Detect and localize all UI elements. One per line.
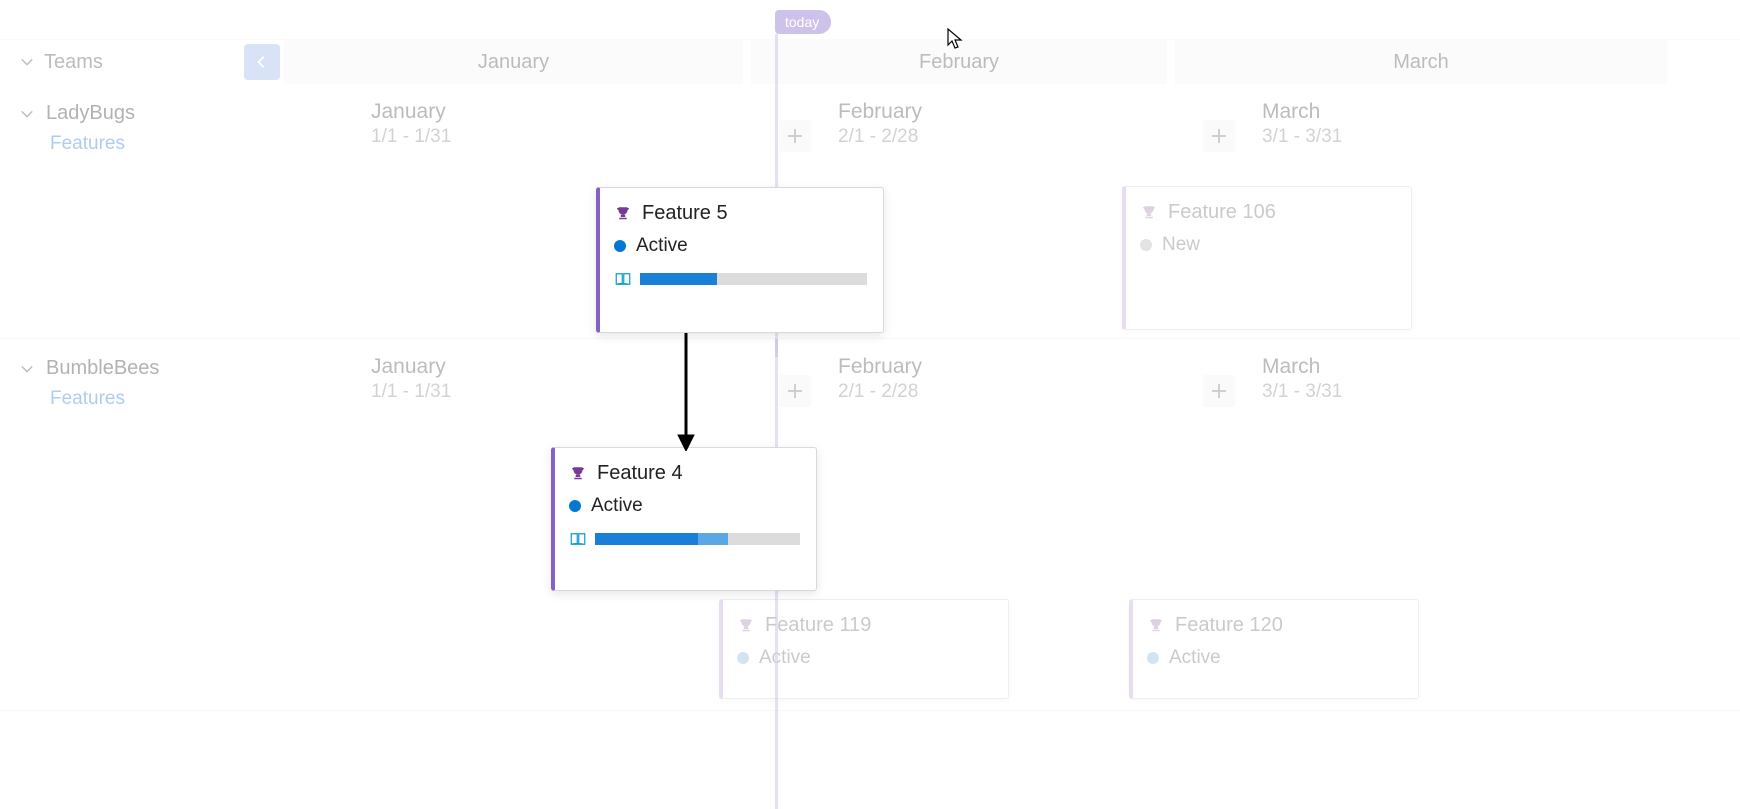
trophy-icon [569,465,587,483]
month-range: 1/1 - 1/31 [371,381,823,403]
swimlane-sidebar: BumbleBees Features [0,339,357,710]
chevron-down-icon [20,55,34,69]
today-tick [775,339,778,357]
card-progress-row [569,531,800,547]
trophy-icon [614,205,632,223]
month-name: March [1262,100,1739,124]
month-name: January [371,355,823,379]
features-link[interactable]: Features [50,133,357,155]
header-month-january[interactable]: January [284,40,743,84]
card-title-row: Feature 120 [1147,614,1402,637]
card-status-row: Active [1147,647,1402,669]
month-label-block: March 3/1 - 3/31 [1248,339,1739,403]
plus-icon [1210,382,1228,400]
card-status: Active [1169,647,1221,669]
plus-icon [786,127,804,145]
timeline-header: Teams January February March [0,40,1740,84]
chevron-down-icon [20,107,34,121]
card-status-row: Active [569,495,800,517]
month-label-block: February 2/1 - 2/28 [824,339,1247,403]
card-title: Feature 4 [597,462,683,485]
chevron-down-icon [20,362,34,376]
card-feature119[interactable]: Feature 119 Active [719,599,1009,699]
header-month-label: March [1393,51,1449,74]
header-month-march[interactable]: March [1175,40,1667,84]
card-feature120[interactable]: Feature 120 Active [1129,599,1419,699]
progress-fill-secondary [698,533,729,545]
header-month-label: February [919,51,999,74]
trophy-icon [737,617,755,635]
add-item-button[interactable] [779,375,811,407]
month-name: January [371,100,823,124]
progress-fill [640,273,717,285]
month-range: 2/1 - 2/28 [838,381,1247,403]
card-feature5[interactable]: Feature 5 Active [596,187,884,333]
book-icon [614,271,632,287]
header-sidebar-cell[interactable]: Teams [0,40,240,84]
swimlane-sidebar: LadyBugs Features [0,84,357,338]
features-link[interactable]: Features [50,388,357,410]
month-label-block: January 1/1 - 1/31 [357,84,823,148]
progress-bar [595,533,800,545]
card-status: Active [759,647,811,669]
cursor-icon [947,28,965,52]
timeline-top-strip: today [0,0,1740,40]
team-row-bumblebees[interactable]: BumbleBees [20,357,357,380]
trophy-icon [1140,204,1158,222]
card-status-row: Active [614,235,867,257]
plus-icon [786,382,804,400]
card-title: Feature 106 [1168,201,1276,224]
month-label-block: February 2/1 - 2/28 [824,84,1247,148]
swimlane-bumblebees: BumbleBees Features January 1/1 - 1/31 F… [0,339,1740,711]
status-dot-icon [614,240,626,252]
month-label-block: March 3/1 - 3/31 [1248,84,1739,148]
status-dot-icon [1147,652,1159,664]
chevron-left-icon [255,55,269,69]
month-range: 1/1 - 1/31 [371,126,823,148]
card-feature106[interactable]: Feature 106 New [1122,186,1412,330]
trophy-icon [1147,617,1165,635]
header-sidebar-label: Teams [44,51,103,74]
header-month-label: January [478,51,549,74]
card-title-row: Feature 4 [569,462,800,485]
card-progress-row [614,271,867,287]
card-status: New [1162,234,1200,256]
status-dot-icon [569,500,581,512]
today-tag: today [775,10,831,34]
month-name: February [838,355,1247,379]
card-title: Feature 119 [765,614,871,637]
card-status-row: New [1140,234,1395,256]
month-range: 3/1 - 3/31 [1262,126,1739,148]
status-dot-icon [1140,239,1152,251]
month-label-block: January 1/1 - 1/31 [357,339,823,403]
team-name: LadyBugs [46,102,135,125]
month-name: February [838,100,1247,124]
month-name: March [1262,355,1739,379]
card-feature4[interactable]: Feature 4 Active [551,447,817,591]
add-item-button[interactable] [1203,120,1235,152]
month-range: 3/1 - 3/31 [1262,381,1739,403]
today-label: today [785,14,819,30]
progress-fill [595,533,698,545]
add-item-button[interactable] [779,120,811,152]
card-status: Active [636,235,688,257]
progress-bar [640,273,867,285]
card-title-row: Feature 5 [614,202,867,225]
card-title-row: Feature 106 [1140,201,1395,224]
dependency-arrow [676,333,696,451]
team-row-ladybugs[interactable]: LadyBugs [20,102,357,125]
card-title: Feature 5 [642,202,728,225]
plus-icon [1210,127,1228,145]
book-icon [569,531,587,547]
card-title: Feature 120 [1175,614,1283,637]
team-name: BumbleBees [46,357,159,380]
month-range: 2/1 - 2/28 [838,126,1247,148]
status-dot-icon [737,652,749,664]
card-status: Active [591,495,643,517]
swimlane-body: January 1/1 - 1/31 February 2/1 - 2/28 M… [357,84,1740,338]
nav-prev-button[interactable] [244,44,280,80]
today-indicator-line [775,34,778,809]
add-item-button[interactable] [1203,375,1235,407]
